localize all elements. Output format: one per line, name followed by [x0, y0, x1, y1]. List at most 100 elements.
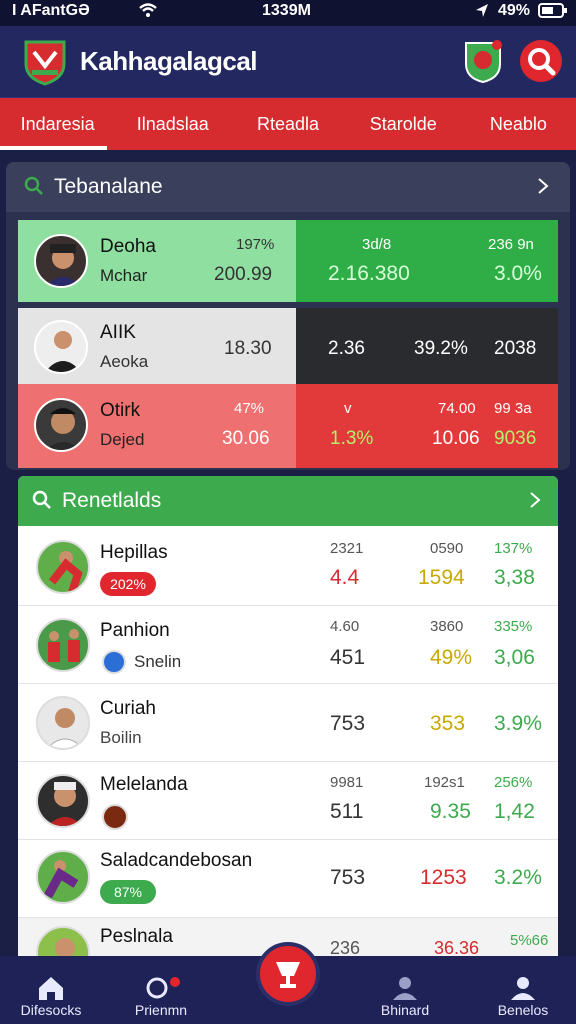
- nav-profile[interactable]: Benelos: [490, 956, 556, 1024]
- club-crest-icon: [102, 804, 128, 830]
- player-row[interactable]: Deoha Mchar 197% 200.99 3d/8 2.16.380 23…: [18, 220, 558, 302]
- player-name: Peslnala: [100, 926, 173, 947]
- stat-label: 4.60: [330, 618, 360, 635]
- list-item[interactable]: Panhion Snelin 4.60 451 3860 49% 335% 3,…: [18, 606, 558, 684]
- tab-neablo[interactable]: Neablo: [461, 98, 576, 150]
- nav-predictions[interactable]: Prienmn: [128, 956, 194, 1024]
- stat-label: 335%: [494, 618, 533, 635]
- stat-value: 4.4: [330, 566, 360, 589]
- stat-label: 256%: [494, 774, 533, 791]
- tab-ilnadslaa[interactable]: Ilnadslaa: [115, 98, 230, 150]
- tab-rteadla[interactable]: Rteadla: [230, 98, 345, 150]
- player-avatar: [36, 696, 90, 750]
- stat-value: 1.3%: [330, 428, 374, 449]
- search-button[interactable]: [520, 40, 562, 82]
- player-avatar: [34, 234, 88, 288]
- stat-value: 353: [430, 712, 466, 735]
- stat-value: 5%66: [510, 932, 549, 949]
- top-players-header[interactable]: Tebanalane: [6, 162, 570, 212]
- player-club: Snelin: [134, 652, 182, 671]
- stat-value: 3,06: [494, 646, 535, 669]
- player-name: Panhion: [100, 620, 170, 641]
- nav-label: Difesocks: [20, 1002, 82, 1018]
- home-icon: [39, 977, 63, 1000]
- stat-value: 30.06: [222, 428, 270, 449]
- team-badge-icon[interactable]: [464, 40, 502, 84]
- rating-badge: 202%: [100, 572, 156, 596]
- stat-value: 39.2%: [414, 338, 468, 359]
- results-section: Renetlalds Hepillas 202% 2321 4.4 0590 1…: [18, 476, 558, 1016]
- stat-value: 1253: [420, 866, 467, 889]
- player-club: Mchar: [100, 266, 148, 285]
- player-row[interactable]: AIIK Aeoka 18.30 2.36 39.2% 2038: [18, 308, 558, 384]
- stat-value: 10.06: [432, 428, 480, 449]
- player-avatar: [36, 618, 90, 672]
- player-avatar: [34, 398, 88, 452]
- stat-value: 753: [330, 866, 366, 889]
- stat-value: 3.0%: [494, 262, 542, 285]
- rating-badge: 87%: [100, 880, 156, 904]
- profile-icon: [511, 977, 535, 1000]
- trophy-button[interactable]: [256, 942, 320, 1006]
- tab-starolde[interactable]: Starolde: [346, 98, 461, 150]
- chevron-right-icon: [538, 178, 549, 194]
- stat-label: 0590: [430, 540, 464, 557]
- carrier-label: I AFantGƏ: [12, 2, 90, 19]
- stat-value: 1,42: [494, 800, 535, 823]
- list-item[interactable]: Saladcandebosan 87% 753 1253 3.2%: [18, 840, 558, 918]
- stat-label: 2321: [330, 540, 364, 557]
- chevron-right-icon: [530, 492, 541, 508]
- list-item[interactable]: Hepillas 202% 2321 4.4 0590 1594 137% 3,…: [18, 528, 558, 606]
- tab-indaresia[interactable]: Indaresia: [0, 98, 115, 150]
- stat-value: 3d/8: [362, 236, 392, 253]
- player-stats-panel: [296, 384, 558, 468]
- stat-value: 3.9%: [494, 712, 542, 735]
- battery-icon: [538, 3, 567, 18]
- nav-label: Bhinard: [380, 1002, 430, 1018]
- club-logo-icon: [24, 40, 66, 86]
- stat-value: 2.36: [328, 338, 365, 359]
- stat-value: 200.99: [214, 264, 273, 285]
- player-name: Curiah: [100, 698, 156, 719]
- player-avatar: [34, 320, 88, 374]
- search-icon: [24, 176, 43, 195]
- stat-value: 9036: [494, 428, 537, 449]
- stat-value: 1594: [418, 566, 465, 589]
- stat-value: 451: [330, 646, 366, 669]
- player-avatar: [36, 850, 90, 904]
- results-header[interactable]: Renetlalds: [18, 476, 558, 526]
- stat-value: 3,38: [494, 566, 535, 589]
- list-item[interactable]: Melelanda 9981 511 192s1 9.35 256% 1,42: [18, 762, 558, 840]
- trophy-icon: [276, 962, 300, 988]
- player-name: Deoha: [100, 236, 156, 257]
- player-stats-panel: [296, 220, 558, 302]
- search-icon: [32, 490, 51, 509]
- player-row[interactable]: Otirk Dejed 47% 30.06 v 1.3% 74.00 10.06…: [18, 384, 558, 468]
- refresh-icon: [146, 977, 180, 999]
- player-avatar: [36, 540, 90, 594]
- stat-value: 753: [330, 712, 366, 735]
- stat-value: 197%: [236, 236, 275, 253]
- list-item[interactable]: Curiah Boilin 753 353 3.9%: [18, 684, 558, 762]
- stat-value: 9.35: [430, 800, 471, 823]
- stat-label: 3860: [430, 618, 464, 635]
- player-club: Boilin: [100, 728, 142, 747]
- location-icon: [476, 4, 488, 17]
- club-crest-icon: [102, 650, 126, 674]
- player-avatar: [36, 774, 90, 828]
- app-title: Kahhagalagcal: [80, 46, 258, 76]
- stat-value: 49%: [430, 646, 473, 669]
- user-icon: [393, 977, 417, 1000]
- nav-home[interactable]: Difesocks: [14, 956, 88, 1024]
- nav-board[interactable]: Bhinard: [372, 956, 438, 1024]
- stat-value: 2038: [494, 338, 537, 359]
- player-name: Otirk: [100, 400, 141, 421]
- stat-value: 2.16.380: [328, 262, 410, 285]
- league-tabs: Indaresia Ilnadslaa Rteadla Starolde Nea…: [0, 98, 576, 150]
- stat-value: 511: [330, 800, 364, 823]
- app-header: Kahhagalagcal: [0, 26, 576, 98]
- section-title: Renetlalds: [62, 489, 162, 512]
- battery-percent: 49%: [498, 2, 531, 19]
- section-title: Tebanalane: [54, 175, 163, 198]
- stat-value: 18.30: [224, 338, 272, 359]
